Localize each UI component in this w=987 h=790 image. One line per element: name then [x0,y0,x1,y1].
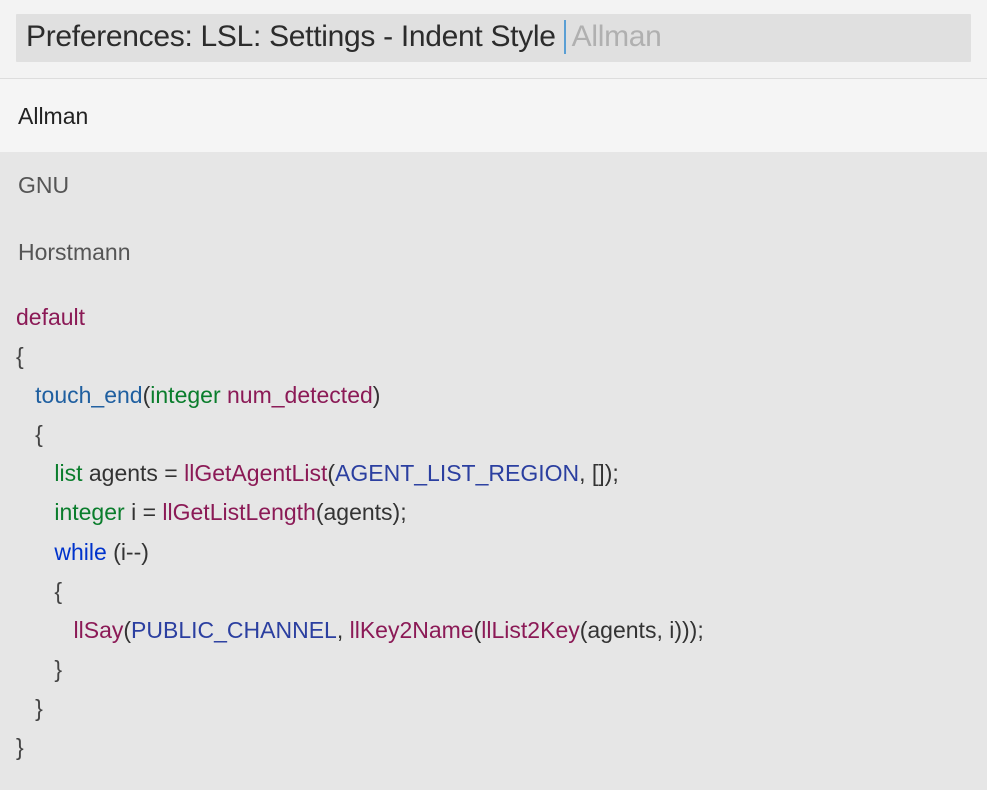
code-type: integer [150,382,220,408]
brace-close: } [54,656,62,682]
brace-open: { [16,343,24,369]
code-const: AGENT_LIST_REGION [335,460,579,486]
code-preview: default { touch_end(integer num_detected… [0,286,987,767]
options-list: Allman GNU Horstmann [0,79,987,286]
code-ctrl: while [54,539,106,565]
code-func: llGetListLength [162,499,315,525]
code-tail: , []); [579,460,619,486]
code-tail: (agents); [316,499,407,525]
option-gnu[interactable]: GNU [0,152,987,219]
code-event: touch_end [35,382,142,408]
option-label: Horstmann [18,239,130,265]
header-bar: Preferences: LSL: Settings - Indent Styl… [0,0,987,79]
code-type: integer [54,499,124,525]
brace-open: { [54,578,62,604]
breadcrumb[interactable]: Preferences: LSL: Settings - Indent Styl… [16,14,971,62]
breadcrumb-value: Allman [564,20,662,54]
brace-close: } [35,695,43,721]
brace-open: { [35,421,43,447]
option-allman[interactable]: Allman [0,79,987,152]
code-func: llGetAgentList [184,460,327,486]
option-horstmann[interactable]: Horstmann [0,219,987,286]
brace-close: } [16,734,24,760]
code-func: llKey2Name [350,617,474,643]
option-label: Allman [18,103,88,129]
option-label: GNU [18,172,69,198]
code-func: llSay [74,617,124,643]
code-var: agents [89,460,158,486]
code-state: default [16,304,85,330]
code-type: list [54,460,82,486]
code-cond: (i--) [107,539,149,565]
code-tail: (agents, i))); [580,617,704,643]
code-const: PUBLIC_CHANNEL [131,617,337,643]
code-param: num_detected [227,382,373,408]
breadcrumb-title: Preferences: LSL: Settings - Indent Styl… [26,20,556,54]
code-func: llList2Key [481,617,579,643]
